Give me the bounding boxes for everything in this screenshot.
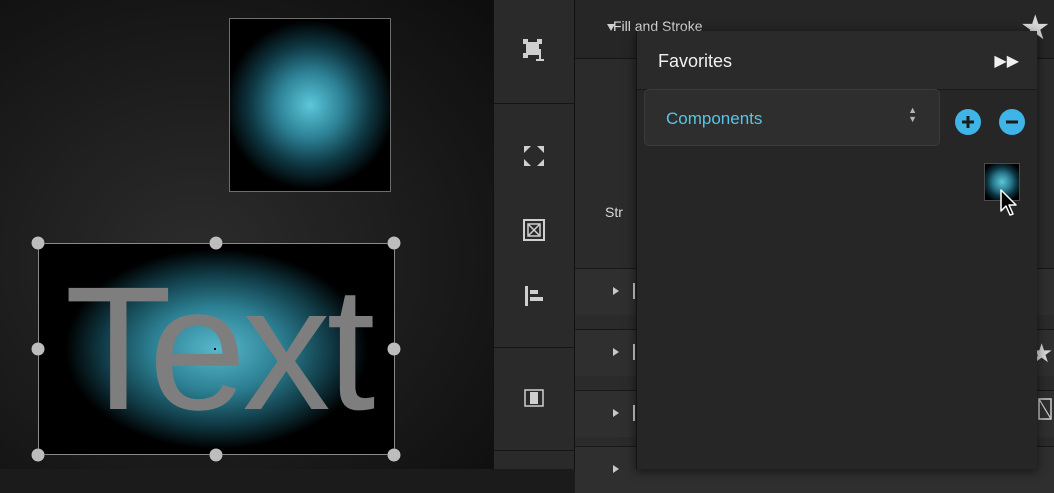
page-button[interactable] [494, 380, 574, 420]
add-icon [962, 116, 974, 128]
fit-to-window-button[interactable] [494, 138, 574, 178]
resize-handle-right[interactable] [387, 342, 401, 356]
frame-button[interactable] [494, 212, 574, 252]
fit-to-window-icon [522, 144, 546, 173]
resize-icon [521, 37, 547, 68]
frame-icon [523, 218, 545, 246]
favorites-header: Favorites ▶▶ [637, 31, 1037, 90]
align-left-button[interactable] [494, 278, 574, 318]
radial-gradient-square-shape[interactable] [229, 18, 391, 192]
favorites-popup: Favorites ▶▶ Components ▲ ▼ [636, 31, 1037, 469]
expand-triangle-icon [613, 287, 619, 295]
favorites-title: Favorites [658, 51, 733, 71]
expand-triangle-icon [613, 465, 619, 473]
selection-center-point [214, 348, 216, 350]
remove-icon [1006, 120, 1018, 124]
drawing-canvas[interactable]: Text [0, 0, 493, 469]
frame-icon[interactable] [1038, 398, 1052, 420]
resize-tool-button[interactable] [494, 32, 574, 72]
canvas-text-object[interactable]: Text [42, 254, 394, 444]
favorites-category-select[interactable]: Components ▲ ▼ [644, 89, 940, 146]
resize-handle-left[interactable] [31, 342, 45, 356]
resize-handle-top[interactable] [209, 236, 223, 250]
remove-favorite-button[interactable] [999, 109, 1025, 135]
vertical-toolbar [493, 0, 575, 469]
collapse-panel-icon[interactable]: ▶▶ [994, 51, 1019, 71]
page-icon [523, 387, 545, 414]
resize-handle-bottom[interactable] [209, 448, 223, 462]
expand-triangle-icon [613, 348, 619, 356]
resize-handle-bottom-left[interactable] [31, 448, 45, 462]
select-arrows-icon: ▲ ▼ [908, 105, 917, 124]
expand-triangle-icon [613, 409, 619, 417]
category-value: Components [666, 109, 763, 128]
align-left-icon [523, 285, 545, 312]
pointer-cursor-icon [1000, 189, 1017, 216]
resize-handle-top-right[interactable] [387, 236, 401, 250]
resize-handle-top-left[interactable] [31, 236, 45, 250]
add-favorite-button[interactable] [955, 109, 981, 135]
resize-handle-bottom-right[interactable] [387, 448, 401, 462]
stroke-label: Str [605, 204, 623, 220]
